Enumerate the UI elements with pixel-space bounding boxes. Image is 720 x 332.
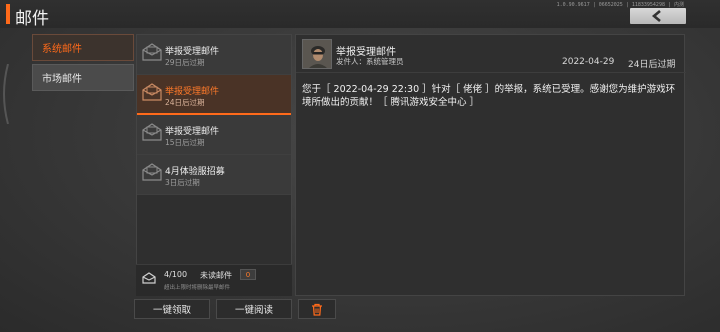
read-all-label: 一键阅读 <box>234 305 273 316</box>
trash-icon <box>312 303 322 316</box>
mail-list-item[interactable]: 举报受理邮件 24日后过期 <box>137 75 291 115</box>
version-text: 1.0.90.9617 | 06652025 | 11833954298 | 内… <box>556 2 684 8</box>
mail-expire: 29日后过期 <box>165 58 205 67</box>
mail-list: 举报受理邮件 29日后过期 举报受理邮件 24日后过期 举报受理邮件 15日后过… <box>136 34 292 296</box>
envelope-icon <box>142 163 162 181</box>
mail-detail-header: 举报受理邮件 发件人：系统管理员 2022-04-29 24日后过期 <box>296 35 686 73</box>
mail-category-tabs: 系统邮件 市场邮件 <box>32 34 134 94</box>
mail-expire: 3日后过期 <box>165 178 200 187</box>
tab-system-mail[interactable]: 系统邮件 <box>32 34 134 61</box>
mail-title: 举报受理邮件 <box>165 87 220 97</box>
mail-title: 举报受理邮件 <box>165 127 220 137</box>
unread-label: 未读邮件 <box>200 271 232 280</box>
mail-body: 您于［ 2022-04-29 22:30 ］针对［ 佬佬 ］的举报，系统已受理。… <box>302 84 676 108</box>
envelope-icon <box>142 43 162 61</box>
mail-detail-panel: 举报受理邮件 发件人：系统管理员 2022-04-29 24日后过期 您于［ 2… <box>295 34 686 296</box>
page-title: 邮件 <box>15 9 49 29</box>
back-arrow-icon <box>651 10 661 22</box>
unread-count-badge: 0 <box>240 269 256 280</box>
top-bar: 邮件 1.0.90.9617 | 06652025 | 11833954298 … <box>0 0 720 29</box>
mail-detail-expire: 24日后过期 <box>628 60 676 70</box>
claim-all-button[interactable]: 一键领取 <box>134 299 210 319</box>
mail-expire: 24日后过期 <box>165 98 205 107</box>
tab-market-mail[interactable]: 市场邮件 <box>32 64 134 91</box>
mail-list-item[interactable]: 4月体验服招募 3日后过期 <box>137 155 291 195</box>
tab-label: 市场邮件 <box>42 74 82 85</box>
claim-all-label: 一键领取 <box>152 305 191 316</box>
read-all-button[interactable]: 一键阅读 <box>216 299 292 319</box>
sender-avatar <box>302 39 332 69</box>
mailbox-status: 4/100 未读邮件 0 超出上限时将删除最早邮件 <box>136 264 292 296</box>
mailbox-icon <box>142 272 156 284</box>
delete-button[interactable] <box>298 299 336 319</box>
mail-title: 举报受理邮件 <box>165 47 220 57</box>
mail-list-item[interactable]: 举报受理邮件 29日后过期 <box>137 35 291 75</box>
mail-count: 4/100 <box>164 270 188 279</box>
mailbox-limit-note: 超出上限时将删除最早邮件 <box>164 285 231 291</box>
mail-expire: 15日后过期 <box>165 138 205 147</box>
envelope-icon <box>142 123 162 141</box>
mail-date: 2022-04-29 <box>562 57 615 67</box>
back-button[interactable] <box>630 8 686 24</box>
envelope-icon <box>142 83 162 101</box>
tab-label: 系统邮件 <box>42 44 82 55</box>
mail-list-item[interactable]: 举报受理邮件 15日后过期 <box>137 115 291 155</box>
soldier-portrait-icon <box>303 40 331 68</box>
mail-sender: 发件人：系统管理员 <box>336 57 404 66</box>
title-accent-bar <box>6 4 10 24</box>
side-arc-decoration <box>3 64 9 124</box>
mail-title: 4月体验服招募 <box>165 167 225 177</box>
